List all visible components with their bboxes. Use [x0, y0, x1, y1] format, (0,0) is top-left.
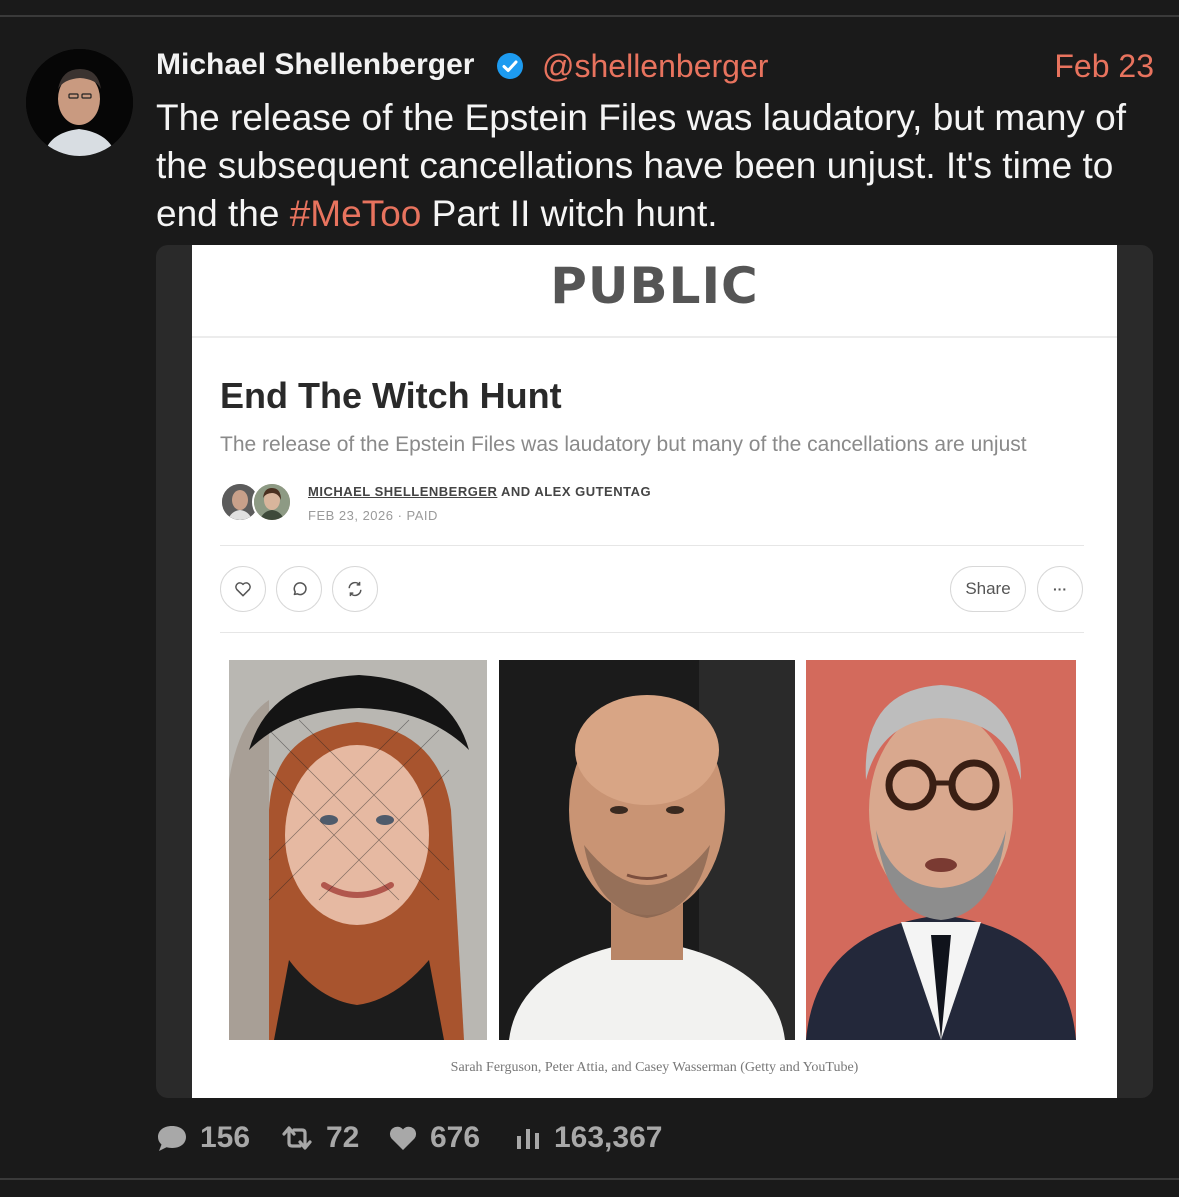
- divider: [220, 632, 1084, 633]
- reply-count: 156: [200, 1121, 251, 1154]
- divider: [220, 545, 1084, 546]
- comment-icon: [293, 582, 307, 596]
- restack-icon: [348, 581, 362, 597]
- photo-sarah-ferguson: [229, 660, 487, 1040]
- tweet-text: The release of the Epstein Files was lau…: [156, 94, 1166, 238]
- photo-caption: Sarah Ferguson, Peter Attia, and Casey W…: [450, 1060, 859, 1075]
- publication-logo: PUBLIC: [550, 257, 759, 315]
- photo-peter-attia: [499, 660, 795, 1040]
- header-divider: [192, 336, 1117, 338]
- like-button: [220, 566, 266, 612]
- tweet-date[interactable]: Feb 23: [1054, 48, 1154, 85]
- heart-icon: [235, 582, 251, 597]
- article-authors: MICHAEL SHELLENBERGER AND ALEX GUTENTAG: [308, 484, 651, 499]
- top-divider: [0, 15, 1179, 17]
- more-options-button: ···: [1037, 566, 1083, 612]
- tweet-header: Michael Shellenberger @shellenberger Feb…: [156, 44, 1156, 84]
- coauthor-text: AND ALEX GUTENTAG: [497, 484, 652, 499]
- retweet-icon: [282, 1126, 312, 1150]
- retweet-stat[interactable]: 72: [280, 1118, 359, 1158]
- views-count: 163,367: [554, 1121, 663, 1154]
- like-stat[interactable]: 676: [388, 1118, 480, 1158]
- share-button: Share: [950, 566, 1026, 612]
- retweet-count: 72: [326, 1121, 360, 1154]
- photo-casey-wasserman: [806, 660, 1076, 1040]
- views-bar-chart-icon: [517, 1129, 539, 1149]
- author-avatar[interactable]: [26, 49, 133, 156]
- tweet-media[interactable]: PUBLIC End The Witch Hunt The release of…: [156, 245, 1153, 1098]
- views-stat[interactable]: 163,367: [514, 1118, 662, 1158]
- article-title: End The Witch Hunt: [220, 375, 562, 416]
- heart-icon: [389, 1126, 417, 1150]
- comment-button: [276, 566, 322, 612]
- like-count: 676: [430, 1121, 481, 1154]
- coauthor-avatar-small: [252, 482, 292, 522]
- reply-icon: [158, 1126, 186, 1151]
- hashtag-link[interactable]: #MeToo: [290, 193, 422, 234]
- verified-badge-icon: [497, 53, 523, 79]
- tweet-stats: 156 72 676 163,367: [156, 1118, 856, 1158]
- article-subtitle: The release of the Epstein Files was lau…: [220, 433, 1027, 456]
- author-name[interactable]: Michael Shellenberger: [156, 48, 474, 82]
- reply-stat[interactable]: 156: [156, 1118, 250, 1158]
- article-screenshot: PUBLIC End The Witch Hunt The release of…: [192, 245, 1117, 1098]
- bottom-divider: [0, 1178, 1179, 1180]
- tweet-text-end: Part II witch hunt.: [421, 193, 718, 234]
- author-handle[interactable]: @shellenberger: [542, 48, 768, 85]
- author-link: MICHAEL SHELLENBERGER: [308, 484, 498, 499]
- restack-button: [332, 566, 378, 612]
- article-meta: FEB 23, 2026 · PAID: [308, 508, 438, 523]
